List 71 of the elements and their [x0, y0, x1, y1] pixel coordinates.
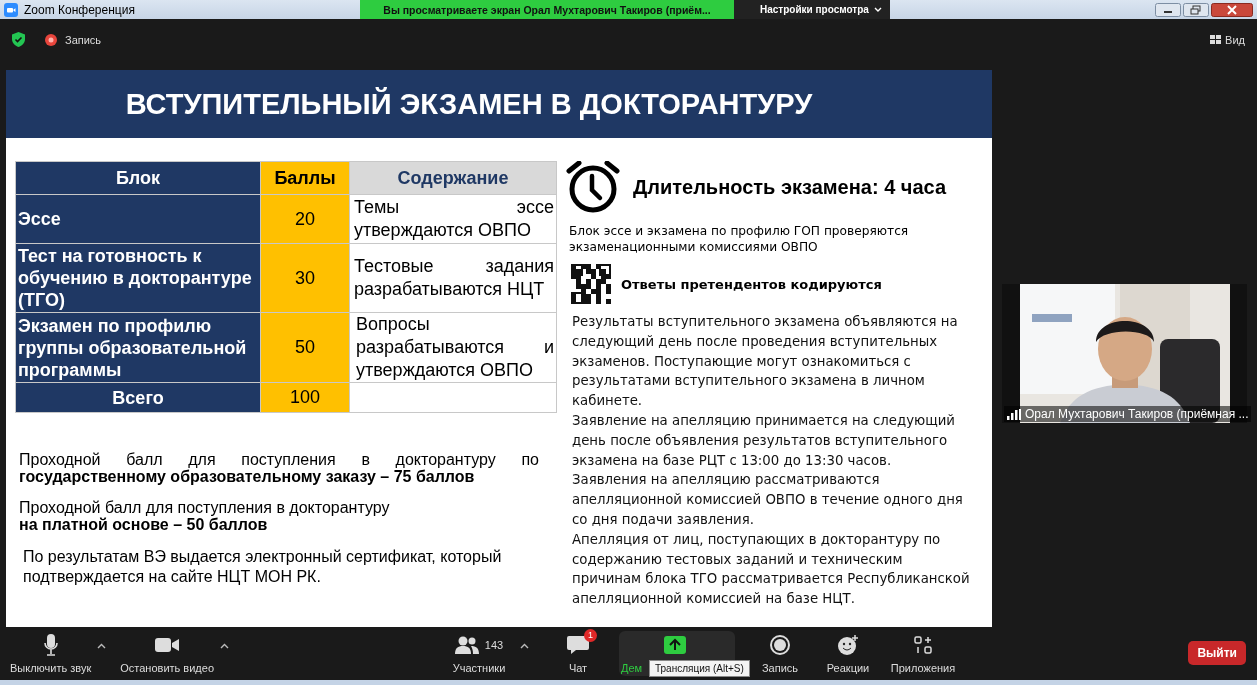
- record-icon: [45, 33, 57, 46]
- note-text: Проходной балл для поступления в докторантуру по государственному образовательному заказу – 75 баллов: [18, 451, 540, 485]
- column-header: Блок: [15, 161, 261, 195]
- table-cell: 100: [260, 382, 350, 413]
- qr-code-icon: [571, 264, 611, 304]
- app-logo-icon: [4, 2, 18, 17]
- toolbar-button[interactable]: Приложения: [885, 631, 961, 676]
- record-icon: [770, 634, 790, 655]
- window-title: Zoom Конференция: [24, 2, 135, 17]
- signal-icon: [1007, 408, 1021, 420]
- caret-icon[interactable]: [220, 643, 229, 649]
- button-label: Участники: [452, 661, 506, 674]
- table-cell: Всего: [15, 382, 261, 413]
- paragraph: Заявление на апелляцию принимается на следующий день после объявления результатов вступительного экзамена на базе РЦТ с 13:00 до 13:30 часов.: [572, 412, 956, 470]
- coding-note: Ответы претендентов кодируются: [621, 276, 882, 292]
- caret-icon: [873, 6, 882, 13]
- paragraph: Апелляция от лиц, поступающих в докторантуру по содержанию тестовых заданий и техническим причинам блока ТГО рассматривается Республиканской апелляционной комиссией на базе НЦТ.: [572, 530, 971, 609]
- toolbar-button[interactable]: 1 Чат: [537, 631, 619, 676]
- alarm-clock-icon: [565, 161, 621, 213]
- toolbar-button[interactable]: 143 Участники: [438, 631, 520, 676]
- toolbar-button[interactable]: Остановить видео: [114, 631, 220, 676]
- share-banner: Вы просматриваете экран Орал Мухтарович Такиров (приём...: [360, 0, 734, 19]
- grid-icon: [1210, 34, 1222, 45]
- table-cell: Темы эссе утверждаются ОВПО: [349, 194, 557, 244]
- table-cell: Вопросы разрабатываются и утверждаются ОВПО: [349, 312, 557, 383]
- toolbar-button[interactable]: Запись: [749, 631, 811, 676]
- participant-count: 143: [484, 638, 504, 651]
- button-label: Чат: [568, 661, 588, 674]
- microphone-icon: [43, 633, 58, 656]
- table-cell: 20: [260, 194, 350, 244]
- table-cell: 30: [260, 243, 350, 313]
- minimize-icon[interactable]: [1155, 2, 1181, 17]
- view-options-button[interactable]: Настройки просмотра: [734, 0, 890, 19]
- button-label: Дем: [621, 661, 643, 674]
- button-label: Остановить видео: [120, 661, 214, 674]
- caret-icon[interactable]: [97, 643, 107, 649]
- close-icon[interactable]: [1211, 2, 1253, 17]
- leave-button[interactable]: Выйти: [1188, 641, 1246, 665]
- count-badge: 1: [584, 628, 597, 642]
- table-cell: Эссе: [15, 194, 261, 244]
- restore-icon[interactable]: [1183, 2, 1209, 17]
- duration-heading: Длительность экзамена: 4 часа: [633, 175, 947, 199]
- table-cell: Тест на готовность к обучению в докторантуре (ТГО): [15, 243, 261, 313]
- tooltip: Трансляция (Alt+S): [649, 660, 750, 677]
- shield-icon[interactable]: [12, 32, 25, 47]
- button-label: Реакции: [826, 661, 870, 674]
- table-cell: Тестовые задания разрабатываются НЦТ: [349, 243, 557, 313]
- paragraph: Результаты вступительного экзамена объявляются на следующий день после проведения вступительных экзаменов. Поступающие могут ознакомиться с результатами вступительного экзамена в личном кабинете.: [572, 313, 959, 411]
- table-cell: 50: [260, 312, 350, 383]
- checking-note: Блок эссе и экзамена по профилю ГОП проверяются экзаменационными комиссиями ОВПО: [569, 223, 910, 255]
- button-label: Выключить звук: [10, 661, 92, 674]
- caret-icon[interactable]: [520, 643, 529, 649]
- view-button[interactable]: Вид: [1210, 33, 1245, 46]
- apps-icon: [914, 635, 932, 654]
- toolbar-button[interactable]: Выключить звук: [4, 631, 98, 676]
- table-cell: Экзамен по профилю группы образовательной программы: [15, 312, 261, 383]
- slide-title: ВСТУПИТЕЛЬНЫЙ ЭКЗАМЕН В ДОКТОРАНТУРУ: [125, 87, 813, 121]
- button-label: Приложения: [890, 661, 956, 674]
- video-camera-icon: [155, 636, 180, 653]
- participants-icon: [454, 635, 479, 654]
- note-text: По результатам ВЭ выдается электронный сертификат, который подтверждается на сайте НЦТ МОН РК.: [22, 547, 503, 587]
- column-header: Баллы: [260, 161, 350, 195]
- share-screen-icon: [664, 635, 686, 654]
- toolbar-button[interactable]: Реакции: [811, 631, 885, 676]
- note-text: Проходной балл для поступления в докторантуру на платной основе – 50 баллов: [18, 499, 391, 533]
- button-label: Запись: [761, 661, 799, 674]
- participant-name: Орал Мухтарович Такиров (приёмная ...: [1025, 407, 1249, 421]
- column-header: Содержание: [349, 161, 557, 195]
- recording-label: Запись: [65, 33, 102, 46]
- paragraph: Заявления на апелляцию рассматриваются апелляционной комиссией ОВПО в течение одного дня со дня подачи заявления.: [572, 471, 964, 529]
- smiley-icon: [837, 634, 859, 655]
